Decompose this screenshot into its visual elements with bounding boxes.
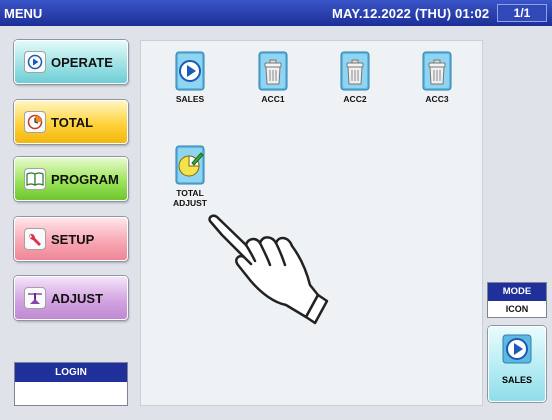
setup-button[interactable]: SETUP [14,217,128,261]
tile-sales-label: SALES [175,94,205,104]
program-label: PROGRAM [51,171,119,187]
tile-acc1-label: ACC1 [261,94,285,104]
setup-label: SETUP [51,231,95,247]
scale-icon [24,287,46,309]
trash-icon [258,51,288,91]
quick-sales-label: SALES [501,375,532,385]
operate-button[interactable]: OPERATE [14,40,128,84]
play-icon [488,326,546,369]
pie-chart-icon [175,145,205,185]
trash-icon [340,51,370,91]
mode-label: MODE [488,283,546,301]
mode-panel[interactable]: MODE ICON [487,282,547,318]
adjust-label: ADJUST [51,290,104,306]
total-button[interactable]: TOTAL [14,100,128,144]
screen-title: MENU [4,6,43,21]
clock-icon [24,111,46,133]
tile-total-adjust[interactable]: TOTAL ADJUST [160,145,220,208]
tile-acc3[interactable]: ACC3 [407,51,467,104]
play-icon [24,51,46,73]
quick-sales-button[interactable]: SALES [488,326,546,402]
login-label: LOGIN [15,363,127,382]
tile-acc2-label: ACC2 [343,94,367,104]
trash-icon [422,51,452,91]
title-bar: MENU MAY.12.2022 (THU) 01:02 1/1 [0,0,552,26]
operate-label: OPERATE [51,54,113,70]
tile-acc2[interactable]: ACC2 [325,51,385,104]
date-time: MAY.12.2022 (THU) 01:02 [332,6,490,21]
adjust-button[interactable]: ADJUST [14,276,128,320]
pointing-hand-icon [206,213,331,330]
login-panel[interactable]: LOGIN [14,362,128,406]
wrench-icon [24,228,46,250]
play-icon [175,51,205,91]
tile-acc3-label: ACC3 [425,94,449,104]
book-icon [24,168,46,190]
total-label: TOTAL [51,114,94,130]
mode-value: ICON [505,304,529,314]
tile-acc1[interactable]: ACC1 [243,51,303,104]
tile-total-adjust-label: TOTAL ADJUST [172,188,207,208]
program-button[interactable]: PROGRAM [14,157,128,201]
page-indicator[interactable]: 1/1 [497,4,547,22]
tile-sales[interactable]: SALES [160,51,220,104]
